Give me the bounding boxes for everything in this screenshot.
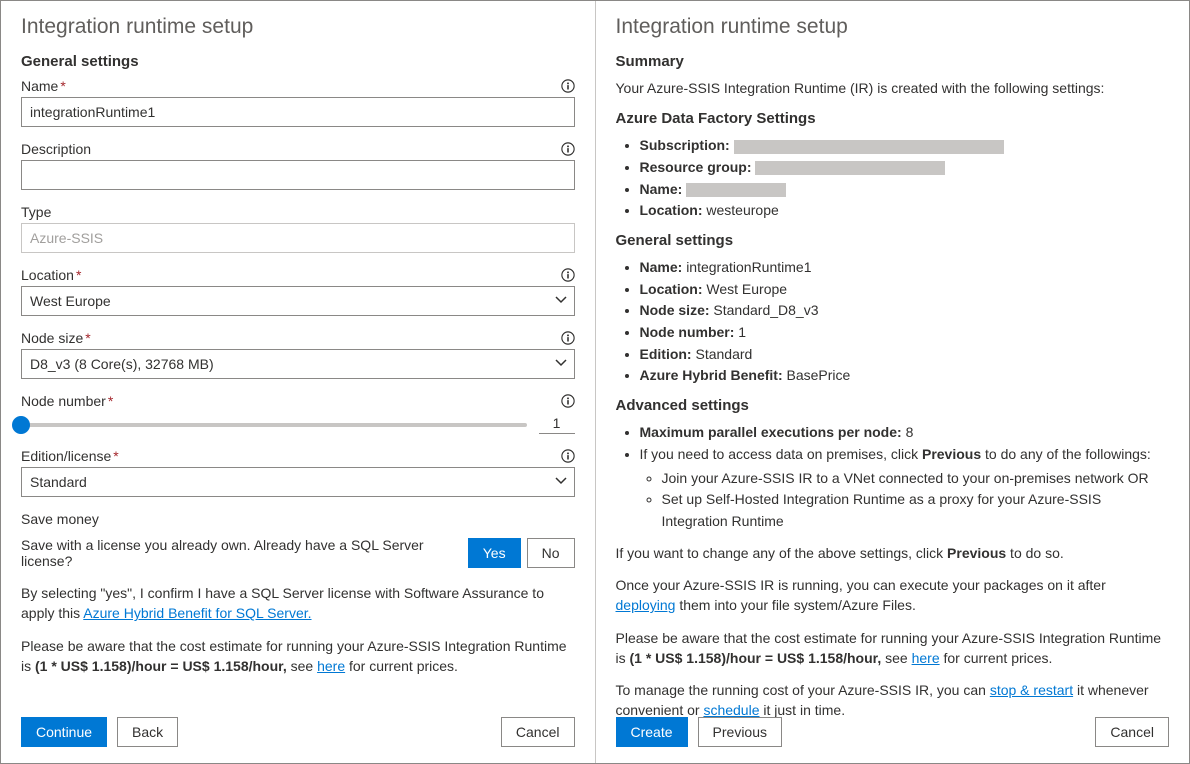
manage-text: To manage the running cost of your Azure… bbox=[616, 680, 1170, 721]
redacted-value bbox=[734, 140, 1004, 154]
left-panel: Integration runtime setup General settin… bbox=[1, 1, 596, 763]
name-input[interactable] bbox=[21, 97, 575, 127]
field-description: Description bbox=[21, 141, 575, 190]
change-settings-text: If you want to change any of the above s… bbox=[616, 543, 1170, 563]
continue-button[interactable]: Continue bbox=[21, 717, 107, 747]
description-label: Description bbox=[21, 141, 91, 157]
name-label: Name bbox=[21, 78, 58, 94]
location-select[interactable] bbox=[21, 286, 575, 316]
location-label: Location bbox=[21, 267, 74, 283]
cancel-button-right[interactable]: Cancel bbox=[1095, 717, 1169, 747]
create-button[interactable]: Create bbox=[616, 717, 688, 747]
required-asterisk: * bbox=[85, 330, 90, 346]
summary-intro: Your Azure-SSIS Integration Runtime (IR)… bbox=[616, 78, 1170, 98]
type-input bbox=[21, 223, 575, 253]
info-icon[interactable] bbox=[561, 331, 575, 345]
general-list: Name: integrationRuntime1 Location: West… bbox=[616, 257, 1170, 387]
advanced-list: Maximum parallel executions per node: 8 … bbox=[616, 422, 1170, 532]
edition-select[interactable] bbox=[21, 467, 575, 497]
field-edition: Edition/license* bbox=[21, 448, 575, 497]
field-node-number: Node number* 1 bbox=[21, 393, 575, 434]
node-size-select[interactable] bbox=[21, 349, 575, 379]
field-node-size: Node size* bbox=[21, 330, 575, 379]
node-number-value[interactable]: 1 bbox=[539, 415, 575, 434]
slider-thumb[interactable] bbox=[12, 416, 30, 434]
field-name: Name* bbox=[21, 78, 575, 127]
cost-text-right: Please be aware that the cost estimate f… bbox=[616, 628, 1170, 669]
save-money-row: Save with a license you already own. Alr… bbox=[21, 537, 575, 569]
previous-button[interactable]: Previous bbox=[698, 717, 782, 747]
required-asterisk: * bbox=[76, 267, 81, 283]
cost-estimate-text: Please be aware that the cost estimate f… bbox=[21, 636, 575, 677]
general-heading-right: General settings bbox=[616, 232, 1170, 249]
info-icon[interactable] bbox=[561, 79, 575, 93]
yes-button[interactable]: Yes bbox=[468, 538, 521, 568]
pricing-link-right[interactable]: here bbox=[912, 650, 940, 666]
page-title-right: Integration runtime setup bbox=[616, 15, 1170, 39]
field-type: Type bbox=[21, 204, 575, 253]
adf-list: Subscription: Resource group: Name: Loca… bbox=[616, 135, 1170, 222]
type-label: Type bbox=[21, 204, 51, 220]
advanced-heading: Advanced settings bbox=[616, 397, 1170, 414]
running-text: Once your Azure-SSIS IR is running, you … bbox=[616, 575, 1170, 616]
deploying-link[interactable]: deploying bbox=[616, 597, 676, 613]
info-icon[interactable] bbox=[561, 394, 575, 408]
stop-restart-link[interactable]: stop & restart bbox=[990, 682, 1073, 698]
save-money-heading: Save money bbox=[21, 511, 575, 527]
redacted-value bbox=[686, 183, 786, 197]
required-asterisk: * bbox=[60, 78, 65, 94]
page-title-left: Integration runtime setup bbox=[21, 15, 575, 39]
adf-heading: Azure Data Factory Settings bbox=[616, 110, 1170, 127]
back-button[interactable]: Back bbox=[117, 717, 178, 747]
pricing-link[interactable]: here bbox=[317, 658, 345, 674]
save-money-question: Save with a license you already own. Alr… bbox=[21, 537, 468, 569]
azure-hybrid-benefit-link[interactable]: Azure Hybrid Benefit for SQL Server. bbox=[83, 605, 311, 621]
info-icon[interactable] bbox=[561, 142, 575, 156]
required-asterisk: * bbox=[113, 448, 118, 464]
footer-right: Create Previous Cancel bbox=[616, 717, 1170, 747]
redacted-value bbox=[755, 161, 945, 175]
description-input[interactable] bbox=[21, 160, 575, 190]
node-number-slider[interactable] bbox=[21, 423, 527, 427]
field-location: Location* bbox=[21, 267, 575, 316]
general-settings-heading: General settings bbox=[21, 53, 575, 70]
right-panel: Integration runtime setup Summary Your A… bbox=[596, 1, 1190, 763]
required-asterisk: * bbox=[108, 393, 113, 409]
summary-heading: Summary bbox=[616, 53, 1170, 70]
info-icon[interactable] bbox=[561, 268, 575, 282]
node-number-label: Node number bbox=[21, 393, 106, 409]
previous-instruction: If you need to access data on premises, … bbox=[640, 444, 1170, 533]
schedule-link[interactable]: schedule bbox=[703, 702, 759, 718]
confirm-text: By selecting "yes", I confirm I have a S… bbox=[21, 583, 575, 624]
footer-left: Continue Back Cancel bbox=[21, 717, 575, 747]
cancel-button-left[interactable]: Cancel bbox=[501, 717, 575, 747]
no-button[interactable]: No bbox=[527, 538, 575, 568]
node-size-label: Node size bbox=[21, 330, 83, 346]
edition-label: Edition/license bbox=[21, 448, 111, 464]
info-icon[interactable] bbox=[561, 449, 575, 463]
